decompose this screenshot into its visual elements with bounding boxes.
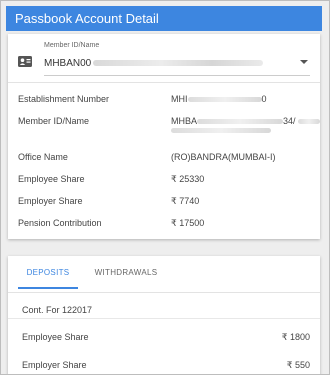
active-tab-indicator xyxy=(18,287,78,289)
divider xyxy=(8,318,320,319)
detail-label: Employee Share xyxy=(18,174,85,184)
page-header: Passbook Account Detail xyxy=(6,6,322,31)
divider xyxy=(8,292,320,293)
account-detail-card: Member ID/Name MHBAN00 Establishment Num… xyxy=(8,34,320,239)
detail-value: ₹ 25330 xyxy=(171,174,205,184)
detail-value: ₹ 17500 xyxy=(171,218,205,228)
member-id-select[interactable]: Member ID/Name MHBAN00 xyxy=(18,42,310,76)
detail-value-suffix: 34/ xyxy=(283,116,296,126)
page-title: Passbook Account Detail xyxy=(15,11,159,26)
detail-value: (RO)BANDRA(MUMBAI-I) xyxy=(171,152,276,162)
divider xyxy=(8,82,320,83)
redacted-text xyxy=(297,119,320,125)
redacted-text xyxy=(187,97,262,103)
detail-value: ₹ 7740 xyxy=(171,196,200,206)
detail-value-prefix: MHBA xyxy=(171,116,198,126)
redacted-text xyxy=(171,128,271,133)
contribution-period-title: Cont. For 122017 xyxy=(22,305,93,315)
chevron-down-icon[interactable] xyxy=(300,60,308,64)
detail-value-suffix: 0 xyxy=(261,94,267,104)
tab-bar: DEPOSITS WITHDRAWALS xyxy=(8,256,320,289)
deposit-label: Employee Share xyxy=(22,332,89,342)
id-card-icon xyxy=(18,56,32,67)
tab-withdrawals[interactable]: WITHDRAWALS xyxy=(86,256,166,289)
detail-label: Establishment Number xyxy=(18,94,110,104)
detail-value: MHBA 34/ xyxy=(171,116,320,126)
detail-label: Employer Share xyxy=(18,196,83,206)
member-select-caption: Member ID/Name xyxy=(44,42,100,49)
detail-value: MHI 0 xyxy=(171,94,267,104)
detail-label: Pension Contribution xyxy=(18,218,102,228)
deposit-label: Employer Share xyxy=(22,360,87,370)
deposit-value: ₹ 550 xyxy=(286,360,310,370)
detail-value-prefix: MHI xyxy=(171,94,188,104)
detail-label: Member ID/Name xyxy=(18,116,90,126)
redacted-text xyxy=(93,60,264,67)
member-select-value-text: MHBAN00 xyxy=(44,58,92,69)
select-underline xyxy=(44,75,310,76)
transactions-card: DEPOSITS WITHDRAWALS Cont. For 122017 Em… xyxy=(8,256,320,375)
member-select-value: MHBAN00 xyxy=(44,58,264,69)
deposit-value: ₹ 1800 xyxy=(281,332,310,342)
redacted-text xyxy=(197,119,284,125)
tab-deposits[interactable]: DEPOSITS xyxy=(18,256,78,289)
detail-label: Office Name xyxy=(18,152,68,162)
